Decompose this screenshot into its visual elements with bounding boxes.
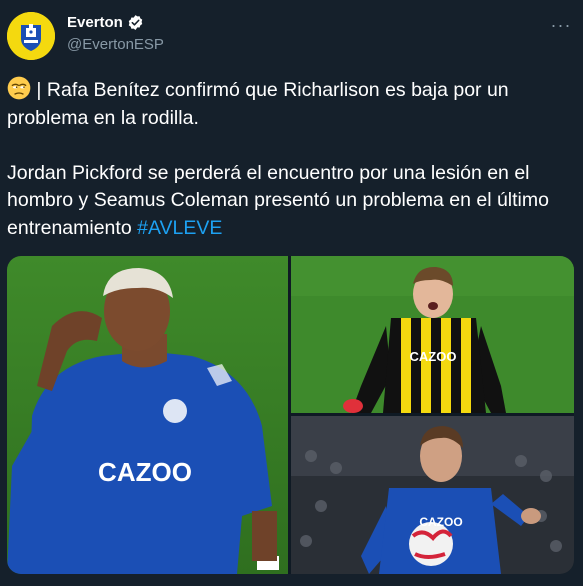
photo-coleman[interactable]: CAZOO [291,416,574,574]
media-grid: CAZOO CAZOO CAZOO [7,256,574,574]
jersey-sponsor-text: CAZOO [419,515,462,529]
author-name-row[interactable]: Everton [67,14,144,31]
display-name[interactable]: Everton [67,14,123,31]
jersey-sponsor-text: CAZOO [98,457,192,487]
hashtag-link[interactable]: #AVLEVE [137,217,222,239]
tweet-line-2: Jordan Pickford se perderá el encuentro … [7,161,549,239]
tweet-card: Everton @EvertonESP ··· | Rafa Benítez c… [0,0,583,586]
unamused-face-icon [7,76,31,100]
everton-crest-icon [7,12,55,60]
tweet-text: | Rafa Benítez confirmó que Richarlison … [7,76,575,242]
more-options-icon[interactable]: ··· [548,12,574,38]
photo-richarlison[interactable]: CAZOO [7,256,288,574]
avatar[interactable] [7,12,55,60]
tweet-line-1: | Rafa Benítez confirmó que Richarlison … [7,79,509,129]
handle[interactable]: @EvertonESP [67,36,164,53]
jersey-sponsor-text: CAZOO [410,349,457,364]
verified-badge-icon [128,15,143,30]
photo-pickford[interactable]: CAZOO [291,256,574,413]
